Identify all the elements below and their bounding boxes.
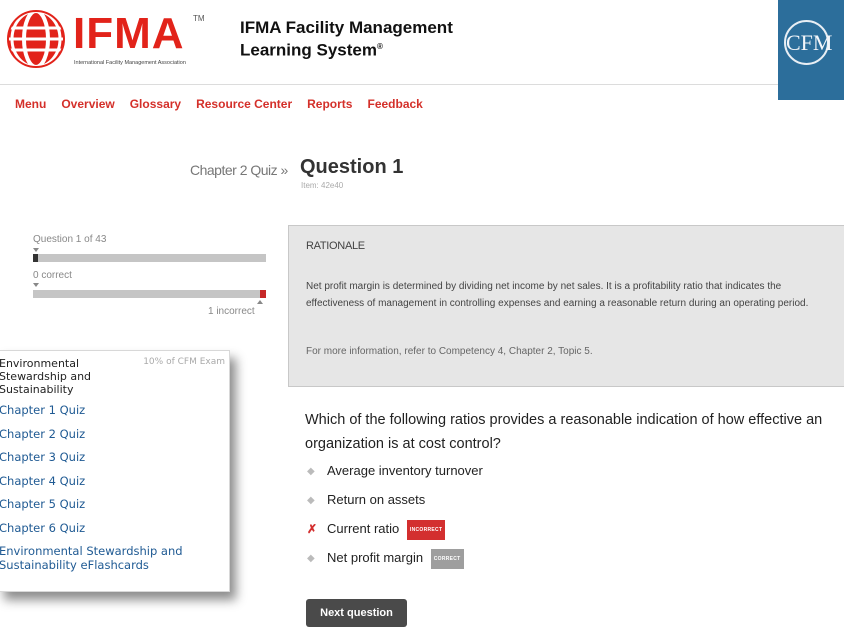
next-question-button[interactable]: Next question <box>306 599 407 627</box>
app-title: IFMA Facility Management Learning System… <box>240 18 453 60</box>
nav-glossary[interactable]: Glossary <box>130 97 181 111</box>
answer-list: ◆ Average inventory turnover ◆ Return on… <box>307 462 483 578</box>
registered-mark: ® <box>377 42 383 51</box>
answer-option[interactable]: ◆ Average inventory turnover <box>307 462 483 491</box>
cfm-emblem: CFM <box>784 20 832 65</box>
main-nav: Menu Overview Glossary Resource Center R… <box>15 97 423 111</box>
item-id: Item: 42e40 <box>301 181 344 190</box>
answer-label: Net profit margin <box>327 550 424 565</box>
rationale-panel: RATIONALE Net profit margin is determine… <box>288 225 844 387</box>
nav-menu[interactable]: Menu <box>15 97 46 111</box>
nav-reports[interactable]: Reports <box>307 97 352 111</box>
quiz-link-chapter-5[interactable]: Chapter 5 Quiz <box>0 497 229 511</box>
quiz-link-chapter-4[interactable]: Chapter 4 Quiz <box>0 474 229 488</box>
popup-topic: Environmental Stewardship and Sustainabi… <box>0 357 92 396</box>
diamond-bullet-icon: ◆ <box>307 466 315 477</box>
nav-overview[interactable]: Overview <box>61 97 114 111</box>
nav-feedback[interactable]: Feedback <box>367 97 422 111</box>
answer-option[interactable]: ◆ Net profit margin CORRECT <box>307 549 483 578</box>
rationale-heading: RATIONALE <box>306 240 365 252</box>
answer-label: Return on assets <box>327 492 426 507</box>
page-title: Question 1 <box>300 156 404 178</box>
answer-label: Average inventory turnover <box>327 463 483 478</box>
correct-marker-icon <box>33 283 39 287</box>
incorrect-marker-icon <box>257 300 263 304</box>
cfm-logo: CFM <box>778 0 844 100</box>
ifma-logo[interactable]: IFMA TM International Facility Managemen… <box>5 8 220 69</box>
header-divider <box>0 84 778 85</box>
rationale-reference: For more information, refer to Competenc… <box>306 346 593 357</box>
incorrect-count-label: 1 incorrect <box>208 306 255 317</box>
breadcrumb[interactable]: Chapter 2 Quiz » <box>190 162 288 178</box>
quiz-link-chapter-3[interactable]: Chapter 3 Quiz <box>0 450 229 464</box>
header: IFMA TM International Facility Managemen… <box>0 0 844 100</box>
quiz-link-chapter-6[interactable]: Chapter 6 Quiz <box>0 521 229 535</box>
incorrect-fill <box>260 290 266 298</box>
app-title-line2-text: Learning System <box>240 40 377 60</box>
app-title-line2: Learning System® <box>240 37 453 60</box>
logo-subtitle: International Facility Management Associ… <box>74 60 186 66</box>
question-marker-icon <box>33 248 39 252</box>
question-progress-fill <box>33 254 39 262</box>
score-progress-bar <box>33 290 266 298</box>
diamond-bullet-icon: ◆ <box>307 553 315 564</box>
logo-trademark: TM <box>193 14 205 23</box>
diamond-bullet-icon: ◆ <box>307 495 315 506</box>
quiz-list: Chapter 1 Quiz Chapter 2 Quiz Chapter 3 … <box>0 403 229 582</box>
answer-label: Current ratio <box>327 521 400 536</box>
app-title-line1: IFMA Facility Management <box>240 18 453 37</box>
question-text: Which of the following ratios provides a… <box>305 412 823 452</box>
eflashcards-link[interactable]: Environmental Stewardship and Sustainabi… <box>0 544 229 572</box>
incorrect-badge: INCORRECT <box>406 520 446 540</box>
nav-resource-center[interactable]: Resource Center <box>196 97 292 111</box>
question-progress-label: Question 1 of 43 <box>33 234 107 245</box>
correct-count-label: 0 correct <box>33 270 72 281</box>
popup-exam-percent: 10% of CFM Exam <box>143 357 225 367</box>
question-progress-bar <box>33 254 266 262</box>
incorrect-x-icon: ✗ <box>307 522 318 536</box>
quiz-link-chapter-2[interactable]: Chapter 2 Quiz <box>0 427 229 441</box>
answer-option[interactable]: ✗ Current ratio INCORRECT <box>307 520 483 549</box>
logo-text: IFMA <box>73 9 185 58</box>
correct-badge: CORRECT <box>430 549 464 569</box>
quiz-link-chapter-1[interactable]: Chapter 1 Quiz <box>0 403 229 417</box>
rationale-body: Net profit margin is determined by divid… <box>306 281 809 309</box>
answer-option[interactable]: ◆ Return on assets <box>307 491 483 520</box>
globe-icon <box>7 9 65 69</box>
quiz-menu-popup: Environmental Stewardship and Sustainabi… <box>0 350 230 592</box>
